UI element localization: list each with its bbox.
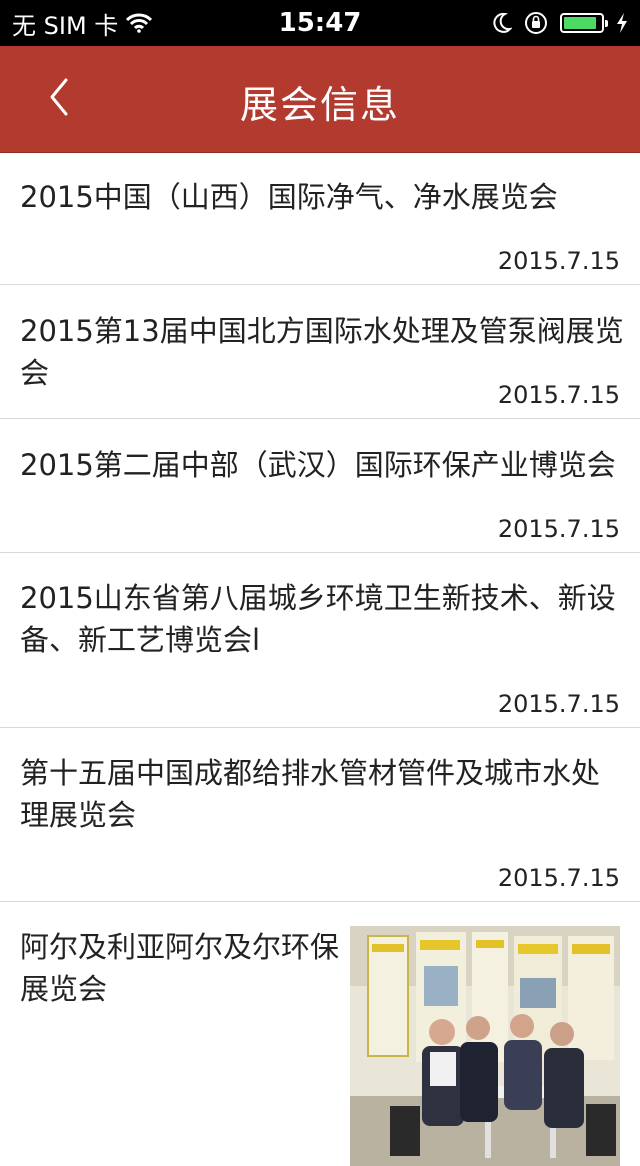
item-date: 2015.7.15 bbox=[497, 381, 620, 409]
page-title: 展会信息 bbox=[239, 83, 400, 127]
battery-icon bbox=[560, 13, 608, 33]
list-item[interactable]: 第十五届中国成都给排水管材管件及城市水处理展览会 2015.7.15 bbox=[0, 728, 640, 902]
orientation-lock-icon bbox=[524, 11, 548, 35]
exhibition-photo bbox=[350, 926, 620, 1166]
item-title: 2015山东省第八届城乡环境卫生新技术、新设备、新工艺博览会l bbox=[20, 581, 616, 657]
battery-level bbox=[564, 17, 596, 29]
list-item[interactable]: 2015第二届中部（武汉）国际环保产业博览会 2015.7.15 bbox=[0, 419, 640, 553]
item-title: 2015第二届中部（武汉）国际环保产业博览会 bbox=[20, 448, 616, 482]
moon-icon bbox=[492, 12, 512, 34]
item-date: 2015.7.15 bbox=[497, 690, 620, 718]
charging-icon bbox=[616, 12, 628, 34]
item-title: 阿尔及利亚阿尔及尔环保展览会 bbox=[20, 930, 340, 1006]
list-item[interactable]: 2015第13届中国北方国际水处理及管泵阀展览会 2015.7.15 bbox=[0, 285, 640, 419]
list-item[interactable]: 2015中国（山西）国际净气、净水展览会 2015.7.15 bbox=[0, 152, 640, 285]
item-title: 第十五届中国成都给排水管材管件及城市水处理展览会 bbox=[20, 756, 601, 832]
item-date: 2015.7.15 bbox=[497, 247, 620, 275]
list-item[interactable]: 阿尔及利亚阿尔及尔环保展览会 bbox=[0, 902, 640, 1166]
list-item[interactable]: 2015山东省第八届城乡环境卫生新技术、新设备、新工艺博览会l 2015.7.1… bbox=[0, 553, 640, 728]
status-bar: 无 SIM 卡 15:47 bbox=[0, 0, 640, 46]
item-date: 2015.7.15 bbox=[497, 864, 620, 892]
item-title: 2015中国（山西）国际净气、净水展览会 bbox=[20, 180, 558, 214]
nav-bar: 展会信息 bbox=[0, 46, 640, 153]
status-right bbox=[492, 8, 628, 38]
item-date: 2015.7.15 bbox=[497, 515, 620, 543]
exhibition-list: 2015中国（山西）国际净气、净水展览会 2015.7.15 2015第13届中… bbox=[0, 152, 640, 1166]
